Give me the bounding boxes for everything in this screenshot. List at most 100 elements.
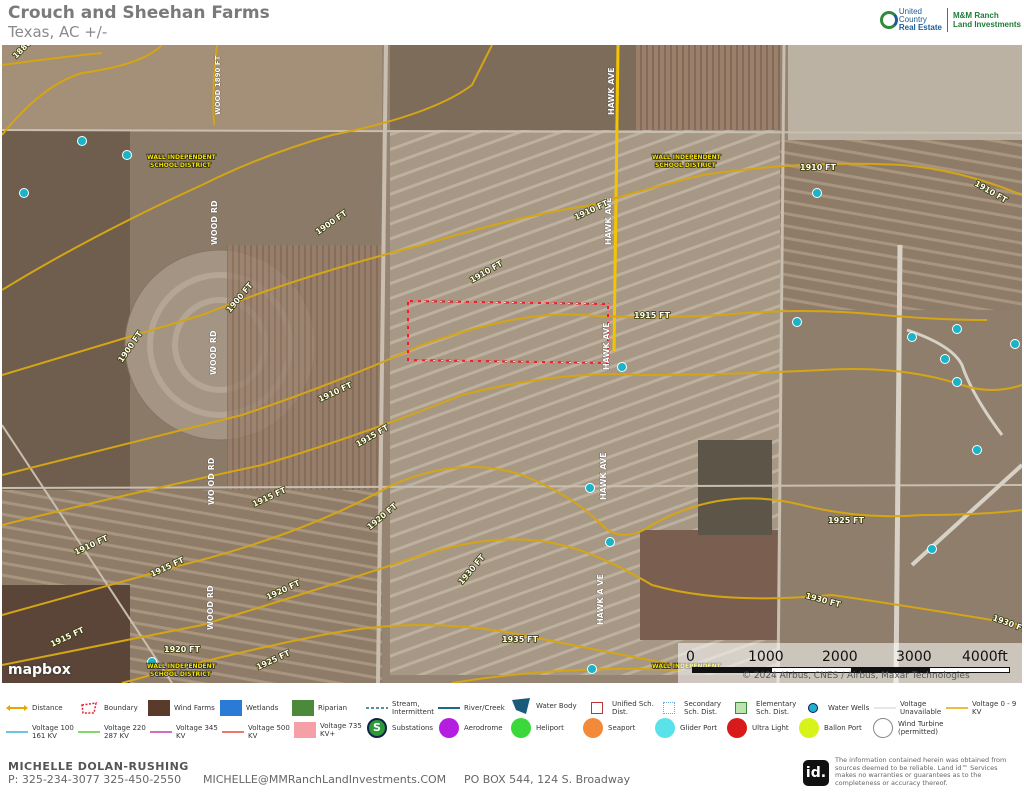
mapbox-logo[interactable]: mapbox: [8, 662, 71, 678]
water-well-icon[interactable]: [952, 324, 962, 334]
logo-divider: [946, 8, 948, 32]
field-s: [640, 530, 780, 640]
contour-label-1920-c: 1920 FT: [164, 645, 201, 654]
property-subtitle: Texas, AC +/-: [8, 23, 108, 41]
water-well-icon[interactable]: [907, 332, 917, 342]
agent-name: MICHELLE DOLAN-RUSHING: [8, 760, 189, 773]
map-canvas[interactable]: HAWK AVE HAWK AVE HAWK AVE HAWK AVE HAWK…: [2, 45, 1022, 683]
legend-label: Secondary Sch. Dist.: [684, 700, 722, 716]
road-label-wood-rd-3: WO OD RD: [207, 457, 216, 505]
legend-river: River/Creek: [438, 700, 505, 716]
field-n-rows: [636, 45, 780, 130]
agent-email[interactable]: MICHELLE@MMRanchLandInvestments.COM: [203, 773, 446, 786]
school-district-label-3b: SCHOOL DISTRICT: [150, 671, 212, 678]
water-well-icon[interactable]: [617, 362, 627, 372]
voltage-100-icon: [6, 724, 28, 740]
legend-label: Heliport: [536, 724, 564, 732]
property-title: Crouch and Sheehan Farms: [8, 3, 270, 23]
water-well-icon[interactable]: [792, 317, 802, 327]
satellite-map[interactable]: HAWK AVE HAWK AVE HAWK AVE HAWK AVE HAWK…: [2, 45, 1022, 683]
school-district-label-3: WALL INDEPENDENT: [147, 663, 217, 670]
voltage-220-icon: [78, 724, 100, 740]
legend-label: Substations: [392, 724, 434, 732]
voltage-unavailable-icon: [874, 700, 896, 716]
agent-address: PO BOX 544, 124 S. Broadway: [464, 773, 631, 786]
legend-unified-school: Unified Sch. Dist.: [586, 700, 656, 716]
legend-label: River/Creek: [464, 704, 505, 712]
legend-voltage-100: Voltage 100 161 KV: [6, 724, 76, 740]
legend-seaport: Seaport: [582, 718, 636, 738]
legend-label: Boundary: [104, 704, 138, 712]
legend-label: Ultra Light: [752, 724, 789, 732]
legend-label: Seaport: [608, 724, 636, 732]
voltage-500-icon: [222, 724, 244, 740]
road-label-wood-rd: WOOD RD: [210, 200, 219, 245]
field-ne: [788, 45, 1022, 140]
legend-secondary-school: Secondary Sch. Dist.: [658, 700, 728, 716]
legend-wetlands: Wetlands: [220, 700, 278, 716]
legend-label: Wind Turbine (permitted): [898, 720, 944, 736]
water-well-icon[interactable]: [585, 483, 595, 493]
road-label-wood-rd-4: WOOD RD: [206, 585, 215, 630]
water-well-icon[interactable]: [952, 377, 962, 387]
water-well-icon[interactable]: [122, 150, 132, 160]
stream-icon: [366, 700, 388, 716]
legend-label: Voltage 735 KV+: [320, 722, 362, 738]
road-label-hawk-ave: HAWK AVE: [607, 67, 616, 115]
unified-school-icon: [586, 700, 608, 716]
legend-aerodrome: Aerodrome: [438, 718, 503, 738]
scale-tick-3000: 3000: [896, 649, 932, 665]
water-well-icon[interactable]: [927, 544, 937, 554]
legend-substations: S Substations: [366, 718, 434, 738]
road-label-hawk-ave-4: HAWK AVE: [599, 452, 608, 500]
scale-tick-4000: 4000ft: [962, 649, 1008, 665]
water-well-icon[interactable]: [605, 537, 615, 547]
legend-label: Voltage 500 KV: [248, 724, 290, 740]
legend-ultra-light: Ultra Light: [726, 718, 789, 738]
water-well-icon[interactable]: [1010, 339, 1020, 349]
legend-label: Voltage 345 KV: [176, 724, 218, 740]
school-district-label-1: WALL INDEPENDENT: [147, 154, 217, 161]
glider-port-icon: [654, 718, 676, 738]
contour-label-1935: 1935 FT: [502, 635, 539, 644]
wind-farms-icon: [148, 700, 170, 716]
wetlands-icon: [220, 700, 242, 716]
contour-label-1925: 1925 FT: [828, 516, 865, 525]
legend-voltage-unavailable: Voltage Unavailable: [874, 700, 944, 716]
scale-tick-2000: 2000: [822, 649, 858, 665]
water-well-icon[interactable]: [812, 188, 822, 198]
disclaimer: The information contained herein was obt…: [835, 756, 1007, 787]
legend-label: Ballon Port: [824, 724, 862, 732]
brand-logos: United Country Real Estate M&M Ranch Lan…: [879, 8, 1021, 32]
scale-tick-0: 0: [686, 649, 695, 665]
water-well-icon: [802, 700, 824, 716]
legend-label: Water Body: [536, 702, 577, 710]
water-well-icon[interactable]: [587, 664, 597, 674]
road-label-hawk-ave-5: HAWK A VE: [596, 574, 605, 625]
globe-icon: [879, 11, 898, 29]
map-header: Crouch and Sheehan Farms Texas, AC +/- U…: [0, 0, 1024, 45]
secondary-school-icon: [658, 700, 680, 716]
contour-label-1910-b: 1910 FT: [800, 163, 837, 172]
water-well-icon[interactable]: [972, 445, 982, 455]
land-id-logo: id.: [803, 760, 829, 786]
legend-label: Glider Port: [680, 724, 718, 732]
water-well-icon[interactable]: [19, 188, 29, 198]
legend-label: Elementary Sch. Dist.: [756, 700, 797, 716]
legend-water-wells: Water Wells: [802, 700, 869, 716]
agent-phone[interactable]: P: 325-234-3077 325-450-2550: [8, 773, 181, 786]
mm-logo-line-1: M&M Ranch: [952, 11, 999, 20]
legend-boundary: Boundary: [78, 700, 138, 716]
voltage-345-icon: [150, 724, 172, 740]
water-well-icon[interactable]: [77, 136, 87, 146]
legend-water-body: Water Body: [510, 698, 577, 714]
legend-wind-farms: Wind Farms: [148, 700, 215, 716]
legend-glider-port: Glider Port: [654, 718, 718, 738]
road-label-wood-1890: WOOD 1890 FT: [214, 55, 222, 115]
water-well-icon[interactable]: [940, 354, 950, 364]
boundary-icon: [78, 700, 100, 716]
legend-label: Wetlands: [246, 704, 279, 712]
legend-heliport: Heliport: [510, 718, 564, 738]
school-district-label-1b: SCHOOL DISTRICT: [150, 162, 212, 169]
legend-stream: Stream, Intermittent: [366, 700, 436, 716]
